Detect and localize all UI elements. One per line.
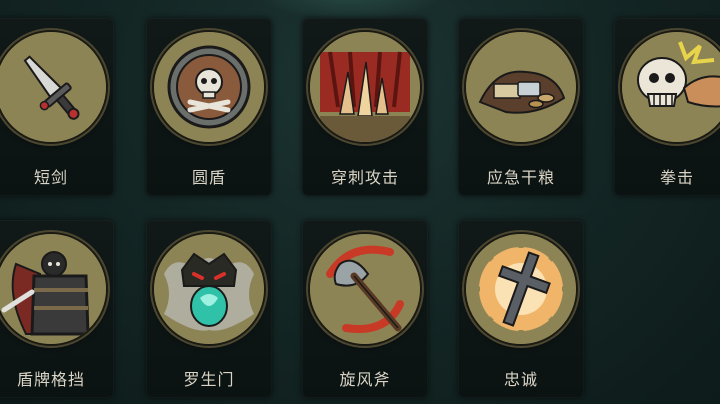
round-shield-icon — [154, 32, 264, 142]
skill-card-pierce-attack[interactable]: 穿刺攻击 — [302, 18, 428, 196]
punch-icon — [622, 32, 720, 142]
skill-card-round-shield[interactable]: 圆盾 — [146, 18, 272, 196]
pierce-attack-icon — [310, 32, 420, 142]
skill-label: 罗生门 — [183, 370, 235, 389]
emergency-rations-icon — [466, 32, 576, 142]
skill-label: 穿刺攻击 — [330, 168, 399, 187]
skill-label: 短剑 — [33, 168, 68, 187]
skill-card-short-sword[interactable]: 短剑 — [0, 18, 114, 196]
skill-card-rashomon[interactable]: 罗生门 — [146, 220, 272, 398]
loyalty-icon — [466, 234, 576, 344]
skill-label: 拳击 — [659, 168, 694, 187]
skill-label: 应急干粮 — [486, 168, 555, 187]
short-sword-icon — [0, 32, 106, 142]
rashomon-icon — [154, 234, 264, 344]
skill-label: 盾牌格挡 — [16, 370, 85, 389]
skill-label: 旋风斧 — [339, 370, 391, 389]
skill-card-shield-block[interactable]: 盾牌格挡 — [0, 220, 114, 398]
skill-label: 圆盾 — [191, 168, 226, 187]
skill-card-loyalty[interactable]: 忠诚 — [458, 220, 584, 398]
skill-card-emergency-rations[interactable]: 应急干粮 — [458, 18, 584, 196]
skill-card-whirlwind-axe[interactable]: 旋风斧 — [302, 220, 428, 398]
whirlwind-axe-icon — [310, 234, 420, 344]
shield-block-icon — [0, 234, 106, 344]
skill-label: 忠诚 — [503, 370, 538, 389]
skill-card-punch[interactable]: 拳击 — [614, 18, 720, 196]
background-glow — [250, 0, 450, 20]
